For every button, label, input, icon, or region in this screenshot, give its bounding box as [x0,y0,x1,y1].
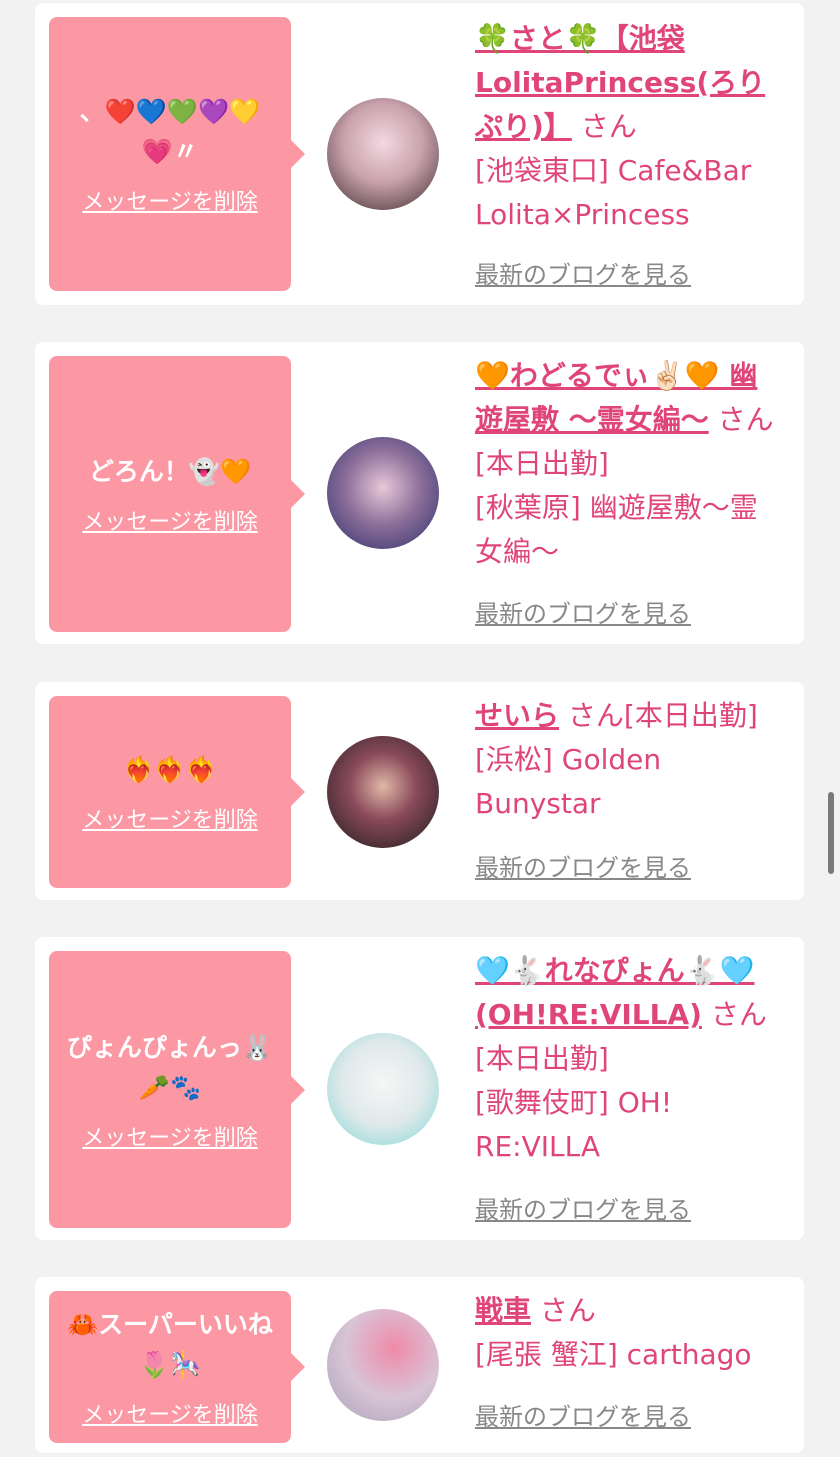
message-bubble: どろん！👻🧡 メッセージを削除 [49,356,305,632]
message-text: 🦀スーパーいいね 🌷🎠 [67,1310,273,1379]
message-bubble: 🦀スーパーいいね 🌷🎠 メッセージを削除 [49,1291,305,1443]
avatar[interactable] [327,98,439,210]
store-info: [歌舞伎町] OH! RE:VILLA [475,1086,673,1163]
message-bubble: ぴょんぴょんっ🐰 🥕🐾 メッセージを削除 [49,951,305,1228]
user-info: 🧡わどるでぃ✌🏻🧡 幽遊屋敷 〜霊女編〜 さん[本日出勤] [秋葉原] 幽遊屋敷… [475,354,785,574]
delete-message-link[interactable]: メッセージを削除 [82,1120,258,1152]
user-name-link[interactable]: せいら [475,699,559,732]
avatar[interactable] [327,1309,439,1421]
latest-blog-link[interactable]: 最新のブログを見る [475,255,691,290]
store-info: [浜松] Golden Bunystar [475,743,662,820]
user-info: 🍀さと🍀【池袋LolitaPrincess(ろりぷり)】 さん [池袋東口] C… [475,17,785,237]
honorific: さん [580,110,637,143]
delete-message-link[interactable]: メッセージを削除 [82,802,258,834]
latest-blog-link[interactable]: 最新のブログを見る [475,1190,691,1225]
message-text: どろん！👻🧡 [88,457,252,486]
message-bubble: ❤️‍🔥❤️‍🔥❤️‍🔥 メッセージを削除 [49,696,305,888]
store-info: [池袋東口] Cafe&Bar Lolita×Princess [475,154,752,231]
store-info: [秋葉原] 幽遊屋敷〜霊女編〜 [475,491,758,568]
delete-message-link[interactable]: メッセージを削除 [82,1397,258,1429]
list-item: どろん！👻🧡 メッセージを削除 🧡わどるでぃ✌🏻🧡 幽遊屋敷 〜霊女編〜 さん[… [35,342,804,644]
list-item: ぴょんぴょんっ🐰 🥕🐾 メッセージを削除 🩵🐇れなぴょん🐇🩵(OH!RE:VIL… [35,937,804,1240]
avatar[interactable] [327,437,439,549]
user-info: 🩵🐇れなぴょん🐇🩵(OH!RE:VILLA) さん[本日出勤] [歌舞伎町] O… [475,949,785,1169]
user-name-link[interactable]: 戦車 [475,1294,531,1327]
latest-blog-link[interactable]: 最新のブログを見る [475,1397,691,1432]
scrollbar[interactable] [828,792,834,874]
store-info: [尾張 蟹江] carthago [475,1338,752,1371]
avatar[interactable] [327,1033,439,1145]
avatar[interactable] [327,736,439,848]
message-text: ❤️‍🔥❤️‍🔥❤️‍🔥 [123,755,217,784]
user-name-link[interactable]: 🧡わどるでぃ✌🏻🧡 幽遊屋敷 〜霊女編〜 [475,359,757,436]
user-info: 戦車 さん [尾張 蟹江] carthago [475,1289,785,1377]
message-bubble: 、❤️💙💚💜💛 💗〃 メッセージを削除 [49,17,305,291]
message-text: ぴょんぴょんっ🐰 🥕🐾 [66,1032,274,1102]
message-text: 、❤️💙💚💜💛 💗〃 [79,97,261,166]
delete-message-link[interactable]: メッセージを削除 [82,184,258,216]
list-item: 🦀スーパーいいね 🌷🎠 メッセージを削除 戦車 さん [尾張 蟹江] carth… [35,1277,804,1453]
honorific: さん [539,1294,596,1327]
delete-message-link[interactable]: メッセージを削除 [82,504,258,536]
latest-blog-link[interactable]: 最新のブログを見る [475,848,691,883]
user-info: せいら さん[本日出勤] [浜松] Golden Bunystar [475,694,785,826]
list-item: ❤️‍🔥❤️‍🔥❤️‍🔥 メッセージを削除 せいら さん[本日出勤] [浜松] … [35,682,804,900]
list-item: 、❤️💙💚💜💛 💗〃 メッセージを削除 🍀さと🍀【池袋LolitaPrinces… [35,3,804,305]
honorific: さん[本日出勤] [567,699,758,732]
latest-blog-link[interactable]: 最新のブログを見る [475,594,691,629]
